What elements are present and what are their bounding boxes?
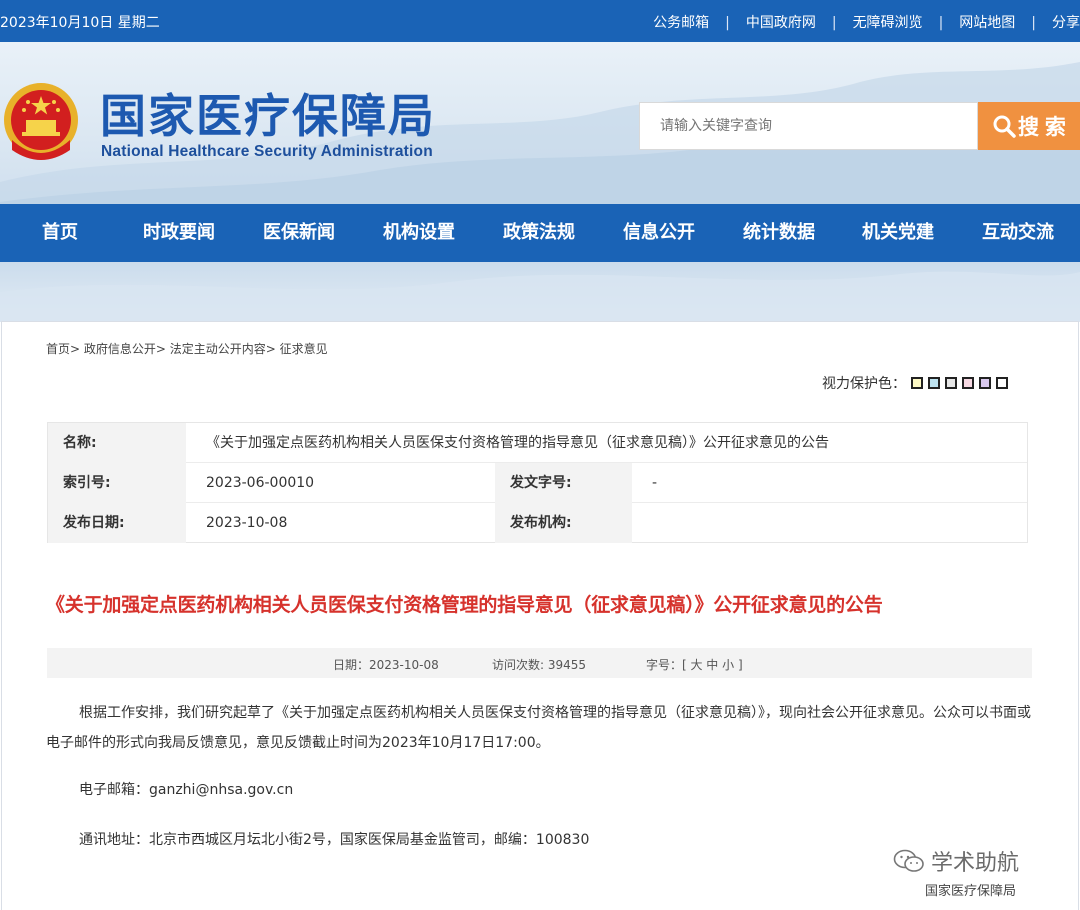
top-link-share[interactable]: 分享	[1052, 15, 1080, 31]
main-nav: 首页 时政要闻 医保新闻 机构设置 政策法规 信息公开 统计数据 机关党建 互动…	[0, 204, 1080, 262]
search-box: 搜 索	[639, 102, 1080, 150]
article-date: 日期：2023-10-08	[333, 658, 439, 672]
color-swatch-blue[interactable]	[928, 377, 940, 389]
top-bar: 2023年10月10日 星期二 公务邮箱 | 中国政府网 | 无障碍浏览 | 网站地图 | 分享	[0, 0, 1080, 42]
mountain-lower-background	[0, 271, 1080, 322]
article-title: 《关于加强定点医药机构相关人员医保支付资格管理的指导意见（征求意见稿）》公开征求…	[46, 594, 883, 616]
search-icon	[993, 115, 1016, 138]
article-paragraph: 根据工作安排，我们研究起草了《关于加强定点医药机构相关人员医保支付资格管理的指导…	[46, 705, 1031, 751]
meta-index-label: 索引号:	[48, 463, 186, 503]
nav-healthcare-news[interactable]: 医保新闻	[263, 204, 335, 262]
color-swatch-gray[interactable]	[945, 377, 957, 389]
current-date: 2023年10月10日 星期二	[0, 15, 160, 31]
meta-index-value: 2023-06-00010	[206, 475, 315, 491]
nav-politics-news[interactable]: 时政要闻	[143, 204, 215, 262]
nav-info-disclosure[interactable]: 信息公开	[623, 204, 695, 262]
eye-protect-colors: 视力保护色：	[822, 373, 1008, 393]
banner-lower-background	[0, 262, 1080, 322]
top-link-accessibility[interactable]: 无障碍浏览	[853, 15, 923, 31]
wechat-icon	[893, 849, 924, 872]
meta-row-name: 名称: 《关于加强定点医药机构相关人员医保支付资格管理的指导意见（征求意见稿）》…	[48, 423, 1027, 463]
article-email: 电子邮箱：ganzhi@nhsa.gov.cn	[79, 782, 294, 798]
top-link-sitemap[interactable]: 网站地图	[959, 15, 1015, 31]
meta-docno-label: 发文字号:	[495, 463, 632, 503]
nav-home[interactable]: 首页	[42, 204, 78, 262]
breadcrumb[interactable]: 首页> 政府信息公开> 法定主动公开内容> 征求意见	[46, 340, 328, 357]
article-address: 通讯地址：北京市西城区月坛北小街2号，国家医保局基金监管司，邮编：100830	[79, 832, 590, 848]
nav-organization[interactable]: 机构设置	[383, 204, 455, 262]
meta-date-label: 发布日期:	[48, 503, 186, 543]
watermark-subtitle: 国家医疗保障局	[925, 884, 1017, 899]
color-swatch-purple[interactable]	[979, 377, 991, 389]
top-links: 公务邮箱 | 中国政府网 | 无障碍浏览 | 网站地图 | 分享	[653, 15, 1080, 31]
meta-row-date: 发布日期: 2023-10-08 发布机构:	[48, 503, 1027, 543]
meta-row-index: 索引号: 2023-06-00010 发文字号: -	[48, 463, 1027, 503]
nav-statistics[interactable]: 统计数据	[743, 204, 815, 262]
search-button-label: 搜 索	[1018, 116, 1066, 139]
meta-date-value: 2023-10-08	[206, 515, 288, 531]
meta-org-label: 发布机构:	[495, 503, 632, 543]
nav-policies[interactable]: 政策法规	[503, 204, 575, 262]
color-swatch-pink[interactable]	[962, 377, 974, 389]
top-link-mail[interactable]: 公务邮箱	[653, 15, 709, 31]
meta-name-value: 《关于加强定点医药机构相关人员医保支付资格管理的指导意见（征求意见稿）》公开征求…	[206, 435, 829, 451]
top-link-gov[interactable]: 中国政府网	[746, 15, 816, 31]
color-swatch-white[interactable]	[996, 377, 1008, 389]
nav-interaction[interactable]: 互动交流	[982, 204, 1054, 262]
meta-docno-value: -	[652, 475, 658, 491]
article-info-bar: 日期：2023-10-08 访问次数: 39455 字号：[ 大 中 小 ]	[47, 648, 1032, 678]
nav-party-building[interactable]: 机关党建	[862, 204, 934, 262]
site-logo-english[interactable]: National Healthcare Security Administrat…	[101, 143, 433, 161]
search-input[interactable]	[639, 102, 978, 150]
font-size-selector[interactable]: 字号：[ 大 中 小 ]	[646, 656, 743, 673]
national-emblem-icon	[4, 83, 78, 160]
color-swatch-yellow[interactable]	[911, 377, 923, 389]
site-logo-chinese[interactable]: 国家医疗保障局	[100, 88, 436, 144]
document-meta-table: 名称: 《关于加强定点医药机构相关人员医保支付资格管理的指导意见（征求意见稿）》…	[47, 422, 1028, 543]
site-header: 国家医疗保障局 National Healthcare Security Adm…	[0, 42, 1080, 204]
eye-protect-label: 视力保护色：	[822, 376, 906, 392]
meta-name-label: 名称:	[48, 423, 186, 463]
watermark-title: 学术助航	[931, 851, 1020, 876]
article-visits: 访问次数: 39455	[492, 658, 587, 672]
search-button[interactable]: 搜 索	[978, 102, 1080, 150]
